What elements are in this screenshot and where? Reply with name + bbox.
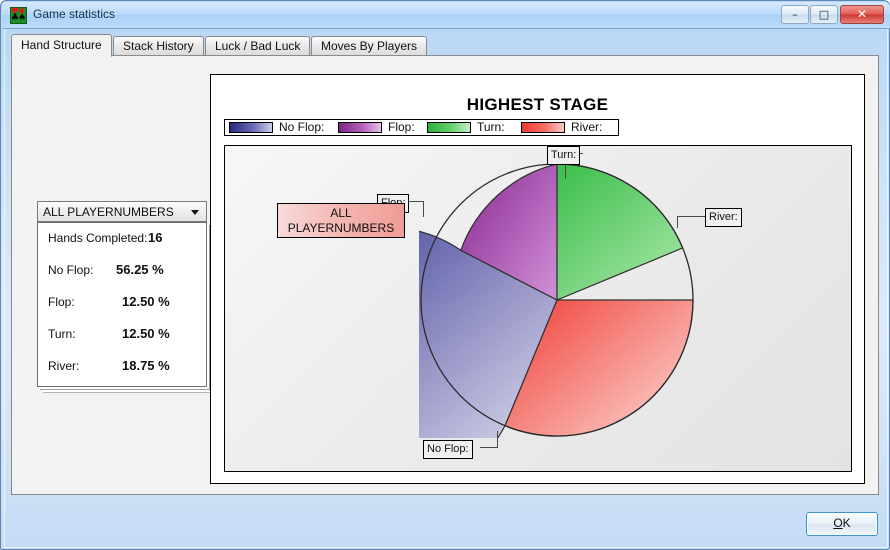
- stat-row-hands-completed: Hands Completed: 16: [38, 223, 206, 255]
- playing-card-suits-icon: ♥ ♦ ♣ ♠: [10, 7, 27, 24]
- ok-button-label: OK: [807, 516, 877, 530]
- ok-rest-letters: K: [842, 516, 851, 530]
- callout-line-2: PLAYERNUMBERS: [287, 221, 395, 235]
- stat-label: River:: [48, 359, 80, 373]
- legend-swatch-turn: [427, 122, 471, 133]
- game-statistics-window: ♥ ♦ ♣ ♠ Game statistics – □ ✕ Hand Struc…: [0, 0, 890, 550]
- stat-value: 56.25 %: [116, 262, 164, 277]
- legend-label: River:: [571, 120, 603, 134]
- stat-value: 18.75 %: [122, 358, 170, 373]
- tab-label: Stack History: [123, 39, 194, 53]
- dropdown-value: ALL PLAYERNUMBERS: [43, 205, 174, 219]
- stat-row-turn: Turn: 12.50 %: [38, 319, 206, 351]
- callout-no-flop[interactable]: No Flop:: [423, 440, 473, 459]
- leader-noflop-vertical: [497, 431, 498, 447]
- callout-line-1: ALL: [330, 206, 352, 220]
- minimize-button[interactable]: –: [781, 5, 809, 24]
- stat-value: 12.50 %: [122, 326, 170, 341]
- tab-stack-history[interactable]: Stack History: [113, 36, 204, 56]
- minimize-icon: –: [792, 8, 798, 21]
- statistics-panel: ALL PLAYERNUMBERS Hands Completed: 16 No…: [37, 201, 207, 387]
- tab-strip: Hand Structure Stack History Luck / Bad …: [11, 34, 881, 57]
- maximize-button[interactable]: □: [810, 5, 838, 24]
- pie-slice-turn[interactable]: [556, 163, 684, 301]
- plot-area: Turn: Flop: River: No Flop: ALL PLAYERNU…: [224, 145, 852, 472]
- callout-all-playernumbers[interactable]: ALL PLAYERNUMBERS: [277, 203, 405, 238]
- legend-label: Flop:: [388, 120, 415, 134]
- playernumbers-dropdown[interactable]: ALL PLAYERNUMBERS: [37, 201, 207, 222]
- stat-label: Flop:: [48, 295, 75, 309]
- stat-label: No Flop:: [48, 263, 94, 277]
- tab-label: Moves By Players: [321, 39, 418, 53]
- stat-label: Hands Completed:: [48, 231, 148, 245]
- close-button[interactable]: ✕: [840, 5, 884, 24]
- statistics-list: Hands Completed: 16 No Flop: 56.25 % Flo…: [37, 222, 207, 387]
- legend-swatch-river: [521, 122, 565, 133]
- tab-label: Hand Structure: [21, 38, 102, 52]
- stat-value: 12.50 %: [122, 294, 170, 309]
- legend-label: Turn:: [477, 120, 505, 134]
- window-title: Game statistics: [33, 7, 116, 21]
- stat-row-flop: Flop: 12.50 %: [38, 287, 206, 319]
- stat-value: 16: [148, 230, 163, 245]
- close-icon: ✕: [856, 7, 868, 21]
- tab-moves-by-players[interactable]: Moves By Players: [311, 36, 428, 56]
- legend-swatch-no-flop: [229, 122, 273, 133]
- ok-button[interactable]: OK: [806, 512, 878, 536]
- leader-river-vertical: [677, 216, 678, 228]
- tab-page-hand-structure: ALL PLAYERNUMBERS Hands Completed: 16 No…: [11, 55, 879, 495]
- title-bar[interactable]: ♥ ♦ ♣ ♠ Game statistics – □ ✕: [2, 2, 890, 29]
- callout-turn[interactable]: Turn:: [547, 146, 581, 165]
- pie-svg: [419, 163, 694, 438]
- legend-label: No Flop:: [279, 120, 325, 134]
- leader-flop-vertical: [423, 201, 424, 217]
- tab-luck-bad-luck[interactable]: Luck / Bad Luck: [205, 36, 311, 56]
- tab-hand-structure[interactable]: Hand Structure: [11, 34, 112, 57]
- ok-accel-letter: O: [833, 516, 843, 530]
- leader-noflop-horizontal: [480, 447, 498, 448]
- chart-legend: No Flop: Flop: Turn: River:: [224, 119, 619, 136]
- stat-row-river: River: 18.75 %: [38, 351, 206, 383]
- leader-river-horizontal: [677, 216, 705, 217]
- stat-row-no-flop: No Flop: 56.25 %: [38, 255, 206, 287]
- legend-swatch-flop: [338, 122, 382, 133]
- chart-title: HIGHEST STAGE: [466, 95, 609, 114]
- chevron-down-icon: [191, 210, 199, 215]
- pie-chart: [419, 162, 695, 438]
- tab-label: Luck / Bad Luck: [215, 39, 301, 53]
- maximize-icon: □: [818, 8, 830, 21]
- chart-panel: HIGHEST STAGE No Flop: Flop: Turn: River…: [210, 74, 865, 484]
- callout-river[interactable]: River:: [705, 208, 742, 227]
- stat-label: Turn:: [48, 327, 76, 341]
